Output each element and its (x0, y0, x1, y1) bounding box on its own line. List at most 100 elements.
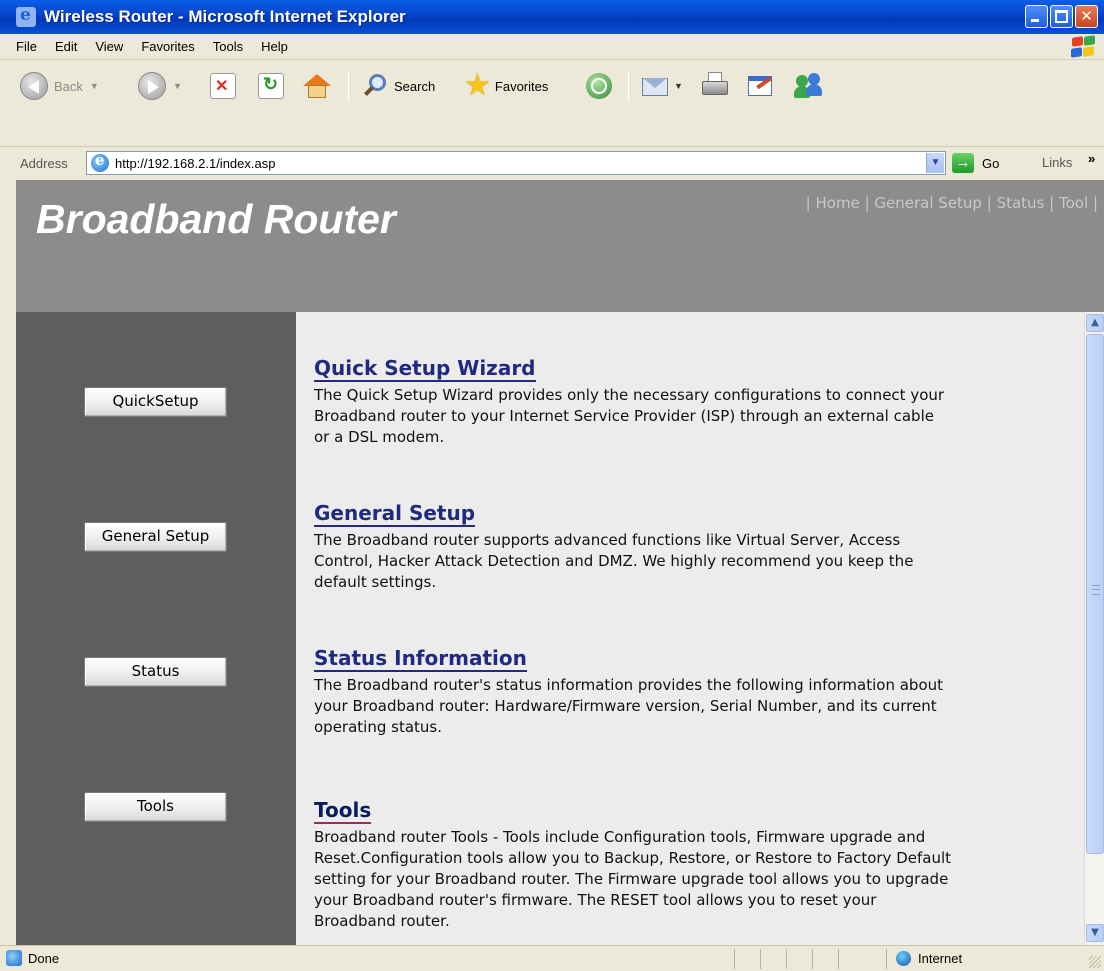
home-button[interactable] (302, 61, 332, 111)
menu-view[interactable]: View (87, 39, 131, 54)
status-panel (886, 949, 887, 969)
title-bar[interactable]: Wireless Router - Microsoft Internet Exp… (0, 0, 1104, 34)
brand-title: Broadband Router (36, 196, 396, 242)
search-icon (362, 73, 388, 99)
general-setup-link[interactable]: General Setup (314, 501, 476, 527)
nav-link-tool[interactable]: Tool (1059, 194, 1088, 212)
address-url: http://192.168.2.1/index.asp (115, 155, 276, 171)
menu-favorites[interactable]: Favorites (133, 39, 202, 54)
favorites-button[interactable]: ★ Favorites (464, 61, 548, 111)
nav-link-general-setup[interactable]: General Setup (874, 194, 982, 212)
address-input[interactable]: http://192.168.2.1/index.asp ▼ (86, 151, 946, 175)
section-general-setup: General Setup The Broadband router suppo… (314, 501, 954, 593)
section-status-information: Status Information The Broadband router'… (314, 646, 954, 738)
print-button[interactable] (700, 61, 730, 111)
menu-tools[interactable]: Tools (205, 39, 251, 54)
forward-button[interactable]: ▼ (138, 61, 182, 111)
favorites-star-icon: ★ (464, 69, 491, 102)
status-panel (812, 949, 813, 969)
toolbar-separator (628, 71, 629, 101)
go-arrow-icon: → (952, 153, 974, 173)
address-dropdown-button[interactable]: ▼ (926, 153, 944, 173)
refresh-button[interactable] (258, 61, 284, 111)
page-done-icon (6, 950, 22, 966)
main-content: Quick Setup Wizard The Quick Setup Wizar… (296, 312, 1084, 945)
search-button[interactable]: Search (362, 61, 435, 111)
quick-setup-wizard-link[interactable]: Quick Setup Wizard (314, 356, 536, 382)
router-banner: Broadband Router | Home | General Setup … (16, 180, 1104, 312)
ie-logo-icon (16, 5, 36, 27)
tools-link[interactable]: Tools (314, 798, 372, 824)
security-zone: Internet (918, 951, 963, 966)
scrollbar-thumb[interactable] (1086, 334, 1104, 854)
mail-icon (642, 74, 672, 98)
edit-button[interactable] (746, 61, 774, 111)
search-label: Search (394, 78, 436, 94)
go-button[interactable]: → Go (952, 153, 999, 173)
section-description: The Broadband router supports advanced f… (314, 531, 914, 591)
minimize-icon (1031, 19, 1039, 22)
media-button[interactable] (586, 61, 612, 111)
menu-help[interactable]: Help (253, 39, 296, 54)
scroll-down-button[interactable]: ▼ (1086, 924, 1104, 942)
messenger-button[interactable] (794, 61, 824, 111)
address-bar: Address http://192.168.2.1/index.asp ▼ →… (0, 147, 1104, 180)
resize-grip-icon[interactable] (1089, 956, 1101, 968)
back-button[interactable]: Back ▼ (20, 61, 99, 111)
section-description: The Broadband router's status informatio… (314, 676, 944, 736)
page-icon (91, 151, 109, 172)
printer-icon (700, 72, 730, 100)
sidebar: QuickSetup General Setup Status Tools (16, 312, 296, 945)
forward-arrow-icon (138, 72, 166, 100)
grip-icon (1092, 585, 1100, 595)
toolbar-separator (348, 71, 349, 101)
chevron-down-icon: ▼ (89, 81, 99, 91)
mail-button[interactable]: ▼ (642, 61, 683, 111)
stop-icon (210, 73, 236, 99)
nav-link-status[interactable]: Status (997, 194, 1045, 212)
messenger-icon (794, 72, 824, 100)
ie-window: Wireless Router - Microsoft Internet Exp… (0, 0, 1104, 971)
links-chevron-icon[interactable]: » (1088, 151, 1095, 166)
standard-toolbar: Back ▼ ▼ Search ★ Favorites (0, 61, 1104, 147)
maximize-icon (1055, 10, 1068, 23)
internet-zone-icon (896, 951, 911, 966)
status-button[interactable]: Status (84, 657, 227, 687)
back-label: Back (54, 78, 83, 94)
status-text: Done (28, 951, 60, 966)
go-label: Go (982, 155, 1000, 171)
home-icon (302, 72, 332, 100)
media-icon (586, 73, 612, 99)
menu-bar: File Edit View Favorites Tools Help (0, 34, 1104, 60)
menu-file[interactable]: File (8, 39, 45, 54)
quicksetup-button[interactable]: QuickSetup (84, 387, 227, 417)
nav-link-home[interactable]: Home (815, 194, 859, 212)
edit-icon (746, 73, 774, 99)
window-title: Wireless Router - Microsoft Internet Exp… (44, 7, 406, 26)
vertical-scrollbar[interactable]: ▲ ▼ (1084, 312, 1104, 945)
chevron-down-icon: ▼ (674, 81, 683, 91)
menu-edit[interactable]: Edit (47, 39, 85, 54)
close-button[interactable]: ✕ (1075, 5, 1098, 28)
status-information-link[interactable]: Status Information (314, 646, 527, 672)
section-description: Broadband router Tools - Tools include C… (314, 828, 952, 930)
links-button[interactable]: Links (1042, 155, 1072, 170)
scroll-up-button[interactable]: ▲ (1086, 314, 1104, 332)
status-panel (760, 949, 761, 969)
back-arrow-icon (20, 72, 48, 100)
chevron-down-icon: ▼ (173, 81, 182, 91)
general-setup-button[interactable]: General Setup (84, 522, 227, 552)
windows-flag-icon (1070, 35, 1096, 58)
top-nav: | Home | General Setup | Status | Tool | (805, 194, 1098, 212)
status-panel (734, 949, 735, 969)
tools-button[interactable]: Tools (84, 792, 227, 822)
status-panel (786, 949, 787, 969)
minimize-button[interactable] (1025, 5, 1048, 28)
stop-button[interactable] (210, 61, 236, 111)
section-tools: Tools Broadband router Tools - Tools inc… (314, 798, 954, 932)
status-bar: Done Internet (0, 945, 1104, 971)
status-panel (838, 949, 839, 969)
favorites-label: Favorites (494, 78, 549, 94)
refresh-icon (258, 73, 284, 99)
maximize-button[interactable] (1050, 5, 1073, 28)
